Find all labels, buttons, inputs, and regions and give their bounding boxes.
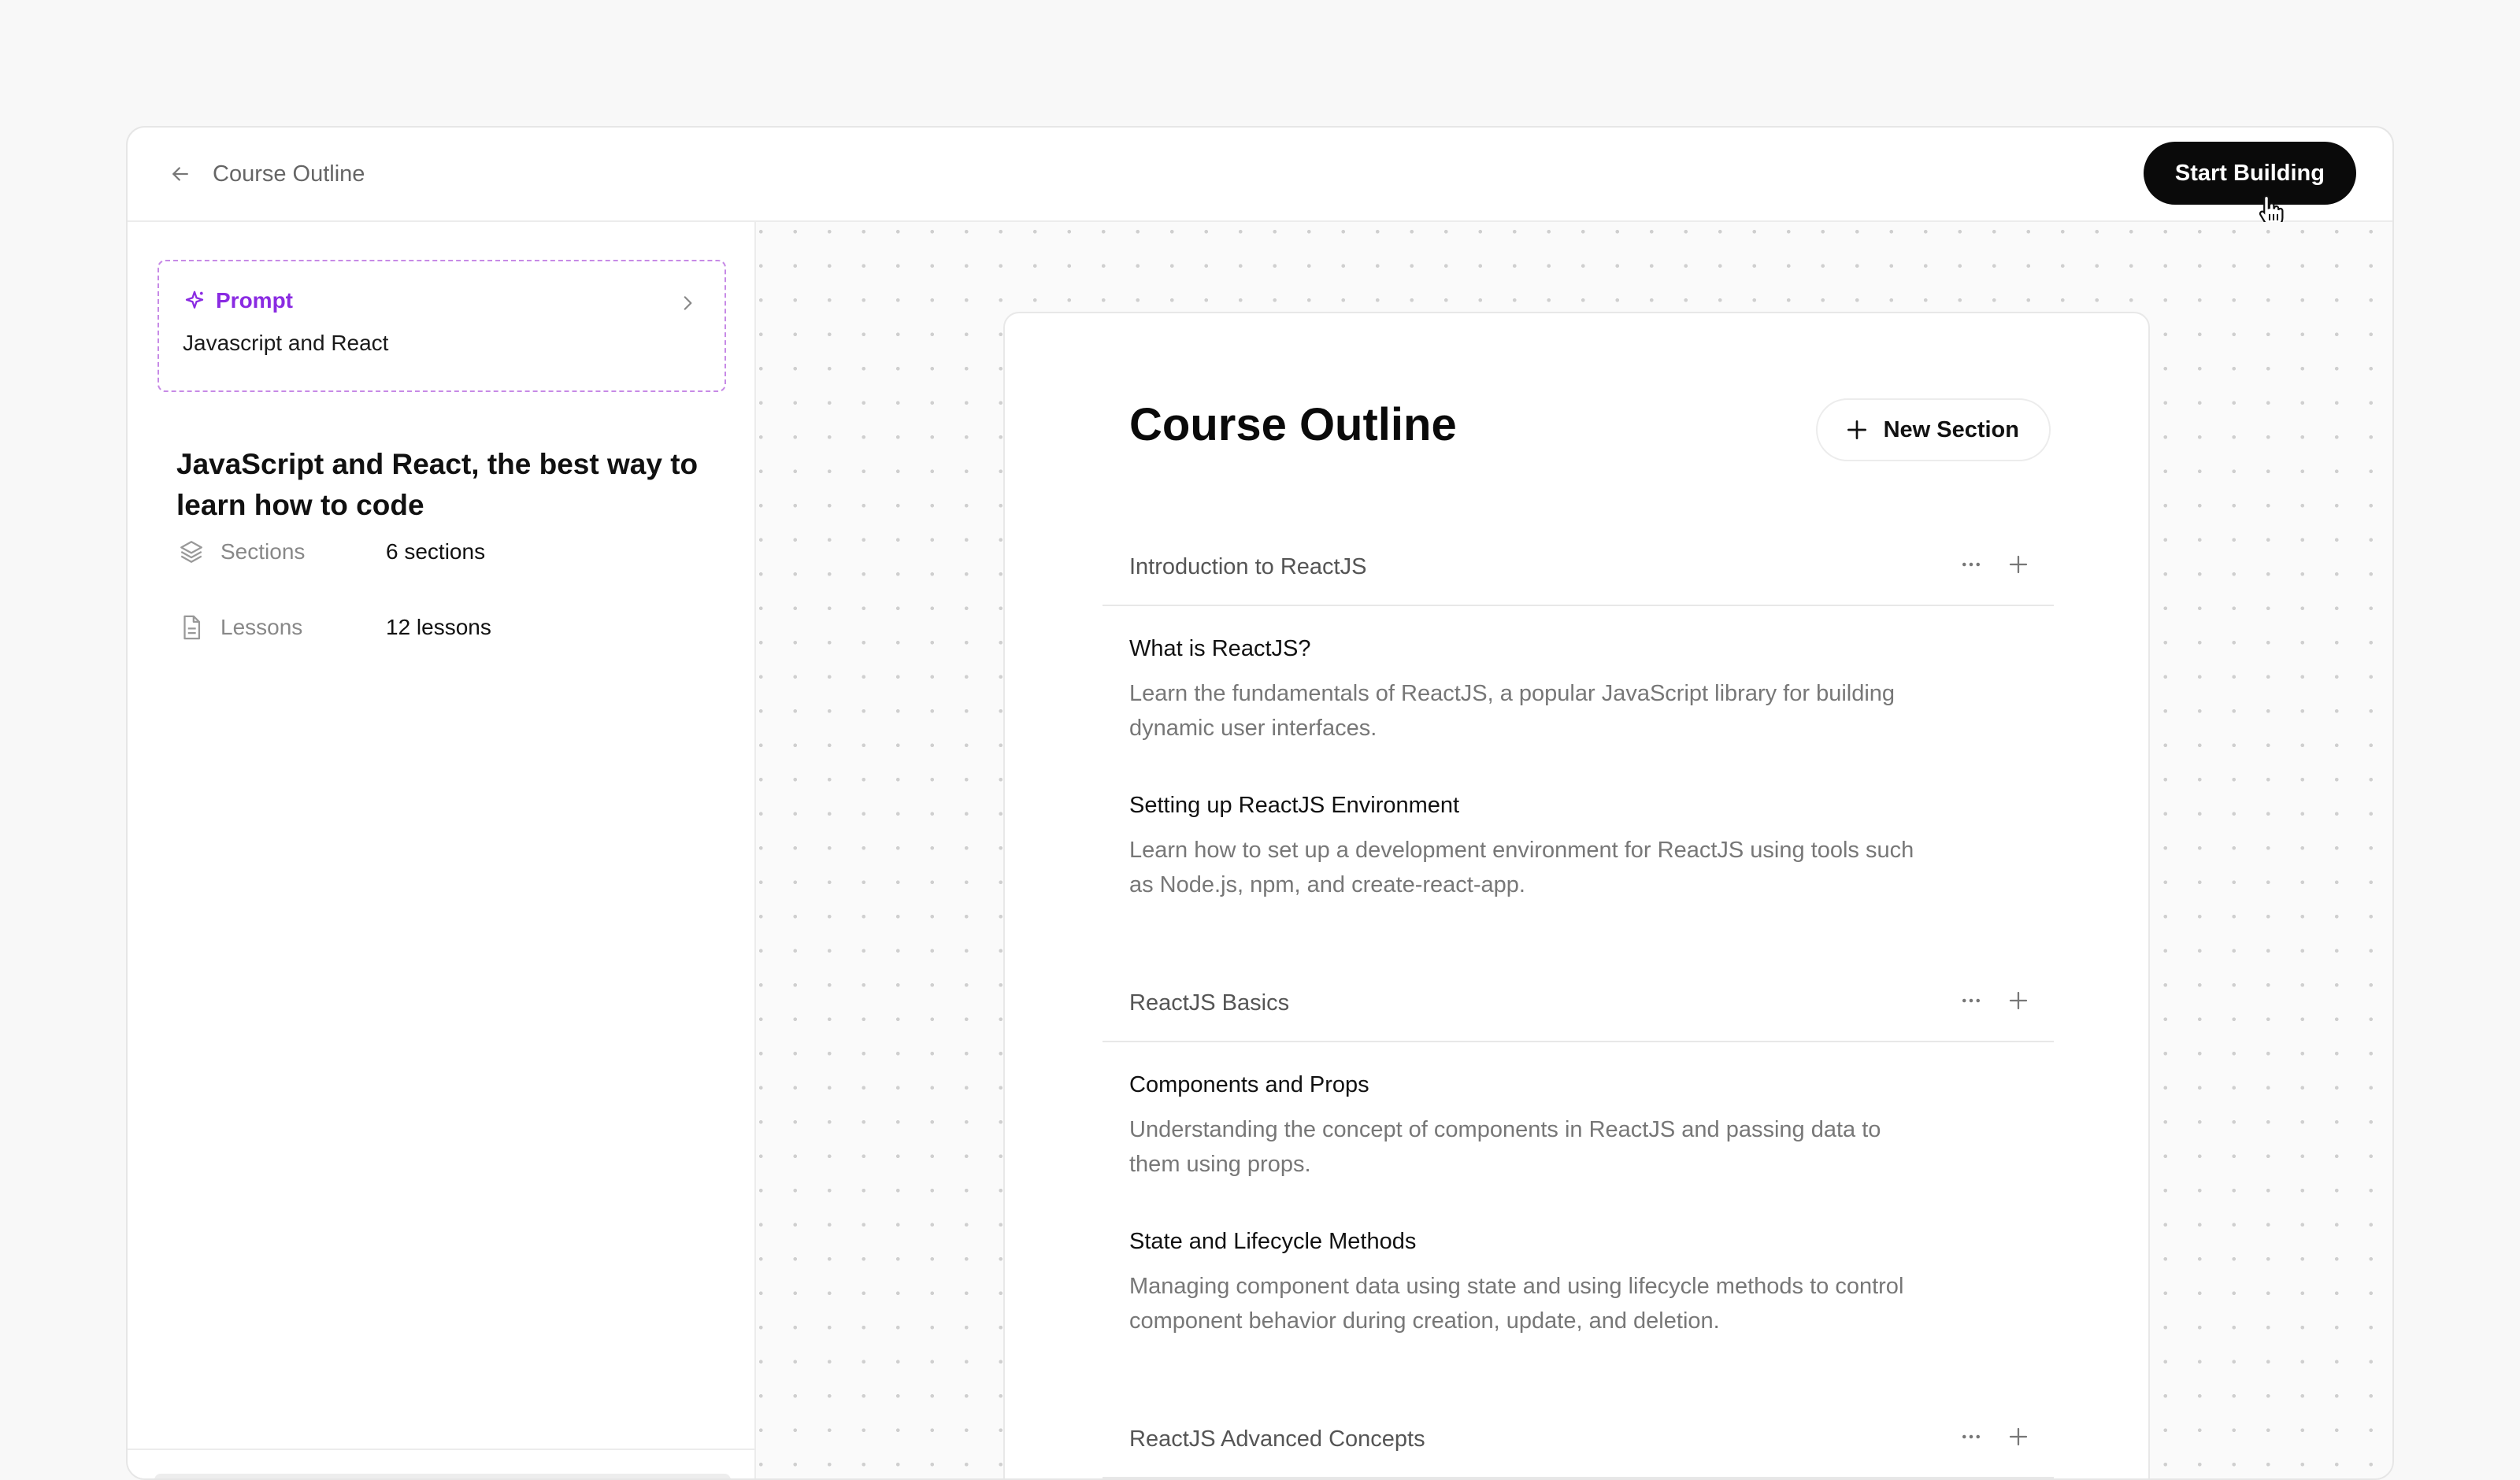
sidebar: Prompt Javascript and React JavaScript a…	[128, 222, 756, 1478]
plus-icon[interactable]	[2007, 553, 2030, 576]
lesson-description: Learn how to set up a development enviro…	[1129, 838, 1914, 897]
arrow-left-icon	[172, 167, 188, 181]
lesson-description: Managing component data using state and …	[1129, 1274, 1904, 1334]
more-icon[interactable]	[1959, 1425, 1983, 1449]
stat-label: Lessons	[220, 615, 303, 639]
lesson-description: Learn the fundamentals of ReactJS, a pop…	[1129, 681, 1896, 741]
lesson-item[interactable]: State and Lifecycle Methods Managing com…	[1102, 1229, 2054, 1338]
section: ReactJS Basics Components and Props Unde…	[1102, 965, 2054, 1338]
lesson-title: Setting up ReactJS Environment	[1129, 793, 1460, 818]
stat-label: Sections	[220, 539, 306, 564]
lesson-title: State and Lifecycle Methods	[1129, 1229, 1417, 1254]
sparkle-icon	[185, 290, 204, 309]
chevron-right-icon	[684, 296, 692, 310]
document-icon	[183, 615, 201, 640]
back-link[interactable]: Course Outline	[169, 161, 365, 187]
plus-icon[interactable]	[2007, 1425, 2030, 1449]
stat-value: 6 sections	[386, 539, 486, 564]
outline-card: Course Outline New Section Introduction …	[1003, 312, 2150, 1478]
prompt-text: Javascript and React	[183, 331, 389, 355]
lesson-description: Understanding the concept of components …	[1129, 1117, 1881, 1177]
scrollbar[interactable]	[154, 1474, 731, 1478]
prompt-label: Prompt	[216, 288, 293, 313]
new-section-button[interactable]: New Section	[1815, 398, 2051, 461]
stat-lessons: Lessons 12 lessons	[178, 614, 491, 641]
prompt-card[interactable]: Prompt Javascript and React	[158, 260, 726, 392]
layers-icon	[180, 541, 202, 563]
more-icon[interactable]	[1959, 553, 1983, 576]
plus-icon	[1847, 420, 1866, 439]
stat-sections: Sections 6 sections	[178, 538, 485, 565]
section: Introduction to ReactJS What is ReactJS?…	[1102, 529, 2054, 902]
app-window: Course Outline Start Building Prompt Jav…	[126, 126, 2394, 1480]
section-header[interactable]: ReactJS Advanced Concepts	[1102, 1401, 2054, 1478]
top-bar: Course Outline Start Building	[128, 128, 2392, 228]
section-title: ReactJS Advanced Concepts	[1129, 1426, 1425, 1452]
new-section-label: New Section	[1883, 416, 2019, 442]
section-title: Introduction to ReactJS	[1129, 553, 1367, 579]
section-header[interactable]: ReactJS Basics	[1102, 965, 2054, 1042]
section: ReactJS Advanced Concepts	[1102, 1401, 2054, 1478]
plus-icon[interactable]	[2007, 989, 2030, 1012]
lesson-item[interactable]: Setting up ReactJS Environment Learn how…	[1102, 793, 2054, 902]
canvas: Course Outline New Section Introduction …	[756, 222, 2392, 1478]
stat-value: 12 lessons	[386, 615, 491, 639]
course-title: JavaScript and React, the best way to le…	[176, 448, 699, 521]
outline-title: Course Outline	[1129, 399, 1457, 450]
start-building-button[interactable]: Start Building	[2143, 142, 2356, 205]
lesson-item[interactable]: What is ReactJS? Learn the fundamentals …	[1102, 636, 2054, 746]
more-icon[interactable]	[1959, 989, 1983, 1012]
prompt-header: Prompt	[183, 288, 701, 313]
back-link-label: Course Outline	[213, 161, 365, 187]
section-title: ReactJS Basics	[1129, 990, 1290, 1016]
lesson-item[interactable]: Components and Props Understanding the c…	[1102, 1072, 2054, 1182]
sidebar-footer	[128, 1449, 754, 1478]
section-header[interactable]: Introduction to ReactJS	[1102, 529, 2054, 606]
lesson-title: What is ReactJS?	[1129, 636, 1311, 661]
lesson-title: Components and Props	[1129, 1072, 1369, 1097]
